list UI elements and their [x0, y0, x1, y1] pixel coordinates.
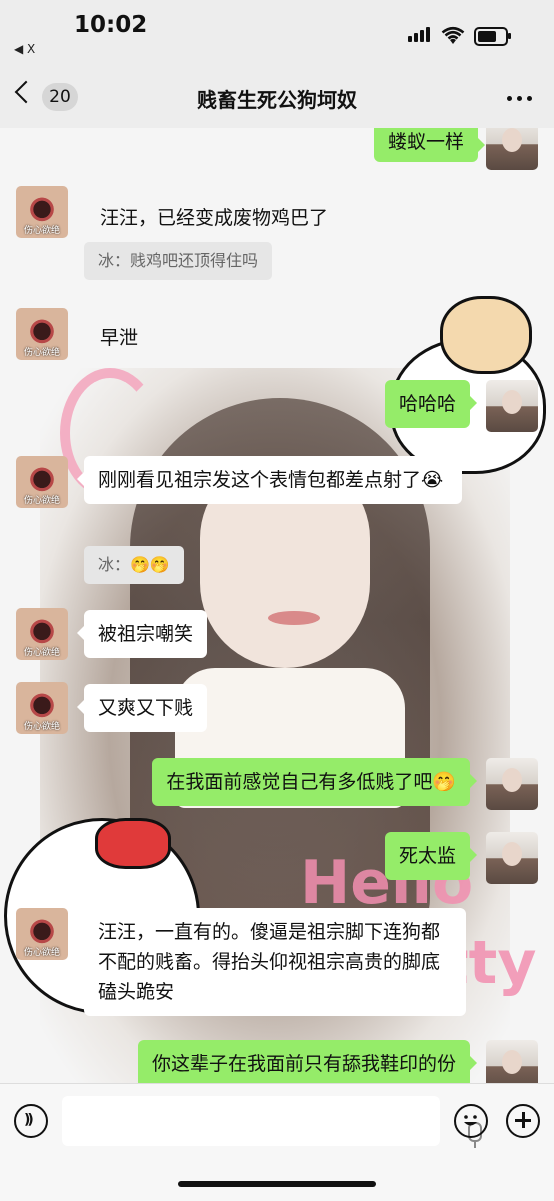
voice-icon[interactable] — [14, 1104, 48, 1138]
battery-icon — [474, 27, 511, 46]
my-avatar[interactable] — [486, 380, 538, 432]
peer-avatar[interactable]: 伤心欲绝 — [16, 608, 68, 660]
peer-avatar[interactable]: 伤心欲绝 — [16, 186, 68, 238]
back-to-app-link[interactable]: ◀ X — [14, 42, 35, 56]
status-bar: 10:02 ◀ X — [0, 0, 554, 66]
red-bow-sticker — [95, 818, 171, 869]
peer-avatar[interactable]: 伤心欲绝 — [16, 682, 68, 734]
home-indicator[interactable] — [178, 1181, 376, 1187]
message-incoming[interactable]: 被祖宗嘲笑 — [76, 610, 208, 658]
message-input[interactable] — [62, 1096, 482, 1148]
message-outgoing[interactable]: 死太监 — [384, 832, 478, 880]
quoted-message[interactable]: 冰：🤭🤭 — [84, 546, 184, 584]
peer-avatar[interactable]: 伤心欲绝 — [16, 308, 68, 360]
background-lips — [268, 611, 320, 625]
plus-icon[interactable] — [506, 1104, 540, 1138]
peer-avatar-caption: 伤心欲绝 — [23, 948, 60, 958]
peer-avatar-caption: 伤心欲绝 — [23, 722, 60, 732]
wifi-icon — [441, 26, 465, 44]
message-incoming[interactable]: 汪汪，已经变成废物鸡巴了 — [86, 194, 342, 242]
peer-avatar-caption: 伤心欲绝 — [23, 348, 60, 358]
message-outgoing[interactable]: 在我面前感觉自己有多低贱了吧🤭 — [152, 758, 477, 806]
peer-avatar[interactable]: 伤心欲绝 — [16, 456, 68, 508]
message-incoming[interactable]: 又爽又下贱 — [76, 684, 208, 732]
my-avatar[interactable] — [486, 1040, 538, 1083]
bear-sticker — [440, 296, 532, 374]
message-outgoing[interactable]: 你这辈子在我面前只有舔我鞋印的份 — [137, 1040, 478, 1083]
message-outgoing[interactable]: 哈哈哈 — [384, 380, 478, 428]
message-outgoing[interactable]: 蝼蚁一样 — [373, 128, 486, 162]
peer-avatar[interactable]: 伤心欲绝 — [16, 908, 68, 960]
my-avatar[interactable] — [486, 758, 538, 810]
chat-title: 贱畜生死公狗坷奴 — [197, 88, 357, 112]
status-time: 10:02 — [74, 12, 148, 38]
more-icon[interactable] — [507, 96, 532, 101]
signal-icon — [408, 27, 432, 46]
peer-avatar-caption: 伤心欲绝 — [23, 496, 60, 506]
my-avatar[interactable] — [486, 128, 538, 170]
system-icons — [408, 26, 511, 46]
peer-avatar-caption: 伤心欲绝 — [23, 648, 60, 658]
message-incoming[interactable]: 刚刚看见祖宗发这个表情包都差点射了😭 — [77, 456, 462, 504]
emoji-icon[interactable] — [454, 1104, 488, 1138]
peer-avatar-caption: 伤心欲绝 — [23, 226, 60, 236]
chat-header: 20 贱畜生死公狗坷奴 — [0, 66, 554, 128]
quoted-message[interactable]: 冰：贱鸡吧还顶得住吗 — [84, 242, 273, 280]
message-incoming[interactable]: 早泄 — [86, 314, 152, 362]
chat-area[interactable]: Hello tty 蝼蚁一样 伤心欲绝 汪汪，已经变成废物鸡巴了 冰：贱鸡吧还顶… — [0, 128, 554, 1083]
message-incoming[interactable]: 汪汪，一直有的。傻逼是祖宗脚下连狗都不配的贱畜。得抬头仰视祖宗高贵的脚底磕头跪安 — [77, 908, 466, 1016]
my-avatar[interactable] — [486, 832, 538, 884]
